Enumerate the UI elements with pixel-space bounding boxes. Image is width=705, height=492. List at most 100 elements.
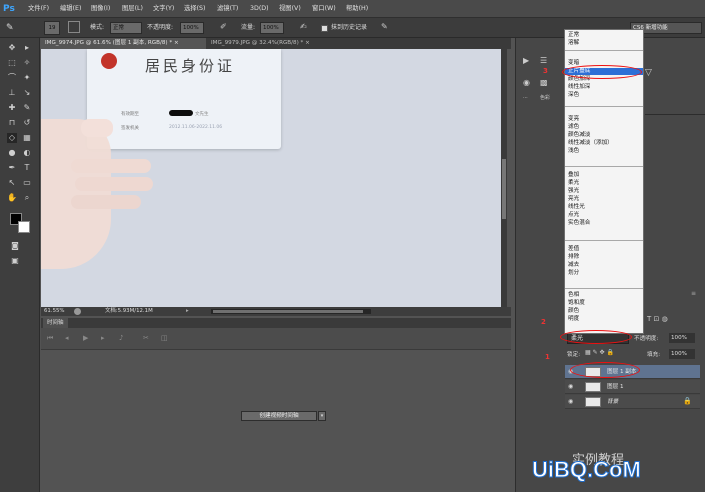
scroll-thumb[interactable]	[213, 310, 363, 313]
path-select-icon[interactable]: ↖	[7, 178, 17, 188]
menu-select[interactable]: 选择(S)	[184, 4, 206, 14]
dodge-tool-icon[interactable]: ◐	[22, 148, 32, 158]
panel-menu-icon[interactable]: ≡	[691, 290, 701, 298]
blend-option[interactable]: 点光	[568, 212, 579, 219]
filter-icon[interactable]: ▽	[645, 68, 657, 80]
eyedropper-icon[interactable]: ↘	[22, 88, 32, 98]
blend-option[interactable]: 明度	[568, 316, 579, 323]
type-tool-icon[interactable]: T	[22, 163, 32, 173]
healing-tool-icon[interactable]: ✚	[7, 103, 17, 113]
brush-panel-icon[interactable]	[68, 21, 80, 33]
vertical-scrollbar[interactable]	[501, 49, 507, 307]
horizontal-scrollbar[interactable]	[211, 309, 371, 314]
menu-type[interactable]: 文字(Y)	[153, 4, 174, 14]
menu-edit[interactable]: 编辑(E)	[60, 4, 82, 14]
first-frame-icon[interactable]: ⏮	[47, 334, 53, 343]
status-arrow-icon[interactable]: ▸	[186, 307, 189, 316]
create-video-timeline-button[interactable]: 创建视频时间轴	[241, 411, 317, 421]
blend-option[interactable]: 颜色	[568, 308, 579, 315]
layer-row-1[interactable]: ◉ 图层 1	[565, 380, 700, 394]
status-icon[interactable]	[74, 308, 81, 315]
chevron-down-icon[interactable]: ▾	[318, 411, 326, 421]
blend-option[interactable]: 正常	[568, 32, 579, 39]
play-panel-icon[interactable]: ▶	[523, 56, 535, 66]
blend-option[interactable]: 颜色减淡	[568, 132, 590, 139]
pressure-opacity-icon[interactable]: ✐	[220, 22, 232, 34]
tab-document-2[interactable]: IMG_9979.JPG @ 32.4%(RGB/8) * ×	[207, 38, 337, 49]
quick-select-icon[interactable]: ✦	[22, 73, 32, 83]
history-brush-icon[interactable]: ↺	[22, 118, 32, 128]
adjustments-icon[interactable]: ◉	[523, 78, 535, 88]
airbrush-icon[interactable]: ✍	[300, 22, 312, 34]
blend-option[interactable]: 饱和度	[568, 300, 585, 307]
lock-icons[interactable]: ▦ ✎ ✥ 🔒	[585, 349, 614, 356]
document-canvas[interactable]: 居民身份证 有效期至 文先生 签发机关 2012.11.06-2022.11.0…	[41, 49, 507, 307]
layer-opacity-input[interactable]: 100%	[669, 333, 695, 343]
lasso-tool-icon[interactable]: ⌒	[7, 73, 17, 83]
zoom-tool-icon[interactable]: ⌕	[22, 193, 32, 203]
blend-option[interactable]: 减去	[568, 262, 579, 269]
blend-option[interactable]: 浅色	[568, 148, 579, 155]
zoom-level[interactable]: 61.55%	[44, 307, 65, 316]
next-frame-icon[interactable]: ▸	[101, 334, 105, 342]
blend-option[interactable]: 线性减淡（添加）	[568, 140, 613, 147]
blend-option[interactable]: 亮光	[568, 196, 579, 203]
brush-tool-icon[interactable]: ✎	[22, 103, 32, 113]
blend-option[interactable]: 溶解	[568, 40, 579, 47]
menu-help[interactable]: 帮助(H)	[346, 4, 368, 14]
blend-option[interactable]: 实色混合	[568, 220, 590, 227]
mode-select[interactable]: 正常	[110, 22, 142, 34]
background-color-swatch[interactable]	[18, 221, 30, 233]
blend-option[interactable]: 强光	[568, 188, 579, 195]
history-checkbox[interactable]	[321, 25, 328, 32]
layer-name[interactable]: 背景	[607, 395, 618, 409]
screen-mode-icon[interactable]: ▣	[10, 256, 20, 266]
menu-filter[interactable]: 滤镜(T)	[217, 4, 238, 14]
blend-option[interactable]: 差值	[568, 246, 579, 253]
crop-tool-icon[interactable]: ⊥	[7, 88, 17, 98]
gradient-tool-icon[interactable]: ▦	[22, 133, 32, 143]
transition-icon[interactable]: ◫	[161, 334, 168, 342]
menu-3d[interactable]: 3D(D)	[250, 4, 269, 14]
scissors-icon[interactable]: ✂	[143, 334, 149, 342]
layer-row-background[interactable]: ◉ 背景 🔒	[565, 395, 700, 409]
shape-tool-icon[interactable]: ▭	[22, 178, 32, 188]
artboard-tool-icon[interactable]: ▸	[22, 43, 32, 53]
quick-mask-icon[interactable]: ◙	[10, 241, 20, 251]
prev-frame-icon[interactable]: ◂	[65, 334, 69, 342]
eraser-tool-icon[interactable]: ✎	[6, 22, 18, 34]
pressure-size-icon[interactable]: ✎	[381, 22, 393, 34]
blend-option[interactable]: 叠加	[568, 172, 579, 179]
actions-panel-icon[interactable]: ☰	[540, 56, 552, 66]
menu-file[interactable]: 文件(F)	[28, 4, 49, 14]
blend-option[interactable]: 变亮	[568, 116, 579, 123]
timeline-tab[interactable]: 时间轴	[43, 318, 68, 328]
move-tool-icon[interactable]: ✥	[7, 43, 17, 53]
close-icon[interactable]: ×	[174, 40, 179, 46]
tab-document-1[interactable]: IMG_9974.JPG @ 61.6% (图层 1 副本, RGB/8) * …	[41, 38, 206, 49]
eye-icon[interactable]: ◉	[568, 398, 576, 406]
fill-input[interactable]: 100%	[669, 349, 695, 359]
close-icon[interactable]: ×	[305, 40, 310, 46]
pen-tool-icon[interactable]: ✒	[7, 163, 17, 173]
flow-input[interactable]: 100%	[260, 22, 284, 34]
blend-option[interactable]: 滤色	[568, 124, 579, 131]
play-icon[interactable]: ▶	[83, 334, 88, 342]
blend-option[interactable]: 深色	[568, 92, 579, 99]
blend-option[interactable]: 线性光	[568, 204, 585, 211]
eraser-tool-icon[interactable]: ◇	[7, 133, 17, 143]
menu-window[interactable]: 窗口(W)	[312, 4, 336, 14]
menu-image[interactable]: 图像(I)	[91, 4, 110, 14]
brush-size-picker[interactable]: 19	[44, 21, 60, 35]
magic-wand-icon[interactable]: ✧	[22, 58, 32, 68]
menu-layer[interactable]: 图层(L)	[122, 4, 143, 14]
blend-option[interactable]: 线性加深	[568, 84, 590, 91]
blend-option[interactable]: 柔光	[568, 180, 579, 187]
eye-icon[interactable]: ◉	[568, 383, 576, 391]
blur-tool-icon[interactable]: ●	[7, 148, 17, 158]
stamp-tool-icon[interactable]: ⊓	[7, 118, 17, 128]
scroll-thumb[interactable]	[502, 159, 506, 219]
hand-tool-icon[interactable]: ✋	[7, 193, 17, 203]
color-panel-icon[interactable]: ▩	[540, 78, 552, 88]
opacity-input[interactable]: 100%	[180, 22, 204, 34]
